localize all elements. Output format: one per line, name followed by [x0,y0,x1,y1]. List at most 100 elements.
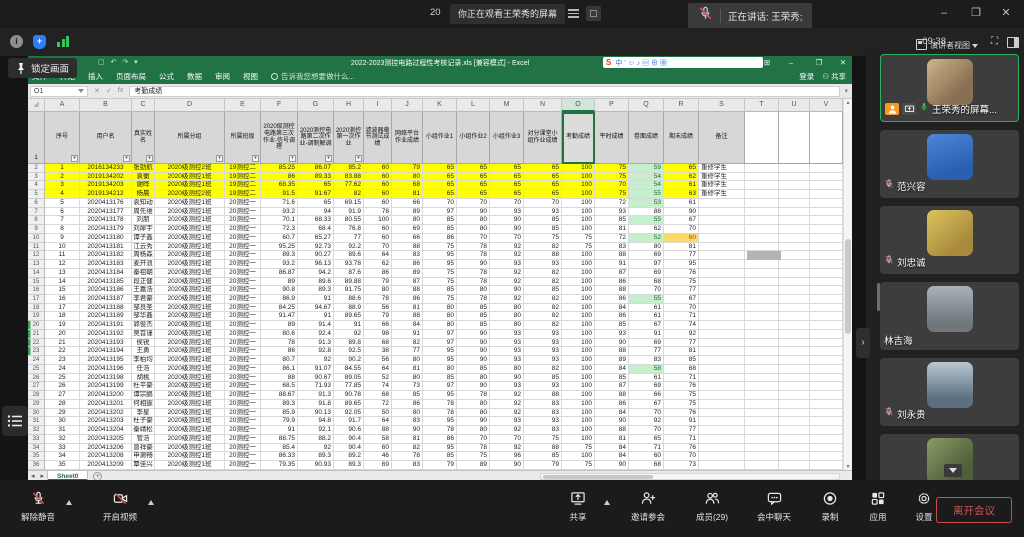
grid-cell[interactable]: 80 [490,304,524,313]
grid-cell[interactable]: 2020413179 [80,225,132,234]
grid-cell[interactable]: 20测控一 [225,278,261,287]
grid-cell[interactable]: 92 [490,409,524,418]
row-header[interactable]: 35 [28,452,45,461]
grid-cell[interactable]: 88 [261,374,298,383]
grid-cell[interactable]: 100 [562,391,595,400]
grid-cell[interactable]: 64 [364,417,392,426]
grid-cell[interactable]: 25 [45,374,80,383]
grid-cell[interactable]: 69 [629,339,664,348]
grid-cell[interactable]: 19测控二 [225,173,261,182]
grid-cell[interactable]: 80 [629,243,664,252]
settings-button[interactable]: 设置 [915,491,932,523]
grid-cell[interactable]: 58 [364,435,392,444]
grid-cell[interactable]: 76 [664,409,699,418]
grid-cell[interactable]: 92.73 [298,243,334,252]
grid-cell[interactable]: 60 [629,452,664,461]
grid-cell[interactable] [779,260,810,269]
grid-cell[interactable] [745,417,779,426]
grid-cell[interactable]: 77 [664,339,699,348]
grid-cell[interactable]: 82 [524,312,562,321]
grid-cell[interactable]: 89.05 [334,374,364,383]
grid-cell[interactable] [699,356,745,365]
grid-cell[interactable]: 20测控一 [225,347,261,356]
grid-cell[interactable]: 91.75 [334,286,364,295]
grid-cell[interactable] [810,435,843,444]
grid-cell[interactable]: 62 [664,173,699,182]
grid-cell[interactable]: 90.67 [298,374,334,383]
grid-cell[interactable]: 89.3 [261,400,298,409]
grid-cell[interactable]: 2020级测控1班 [155,286,225,295]
grid-cell[interactable]: 65 [423,164,457,173]
grid-cell[interactable]: 20测控一 [225,365,261,374]
grid-cell[interactable]: 81 [595,435,629,444]
grid-cell[interactable]: 100 [562,225,595,234]
grid-cell[interactable]: 吴首谨 [132,330,155,339]
select-all-corner[interactable]: ◢ [28,99,45,112]
grid-cell[interactable]: 85 [423,225,457,234]
column-header-K[interactable]: K [423,99,457,112]
tell-me-box[interactable]: 告诉我您想要做什么... [271,71,355,82]
ribbon-tab-6[interactable]: 数据 [187,71,202,82]
grid-cell[interactable] [810,295,843,304]
grid-cell[interactable]: 78 [457,269,490,278]
grid-cell[interactable]: 89 [392,269,423,278]
grid-cell[interactable]: 88 [595,251,629,260]
grid-cell[interactable]: 92 [490,400,524,409]
grid-cell[interactable]: 82 [524,321,562,330]
grid-cell[interactable]: 80 [392,409,423,418]
grid-cell[interactable]: 2020级测控1班 [155,269,225,278]
grid-cell[interactable]: 20测控一 [225,216,261,225]
grid-cell[interactable]: 68.5 [261,382,298,391]
grid-cell[interactable]: 91.3 [298,391,334,400]
grid-cell[interactable]: 95 [664,260,699,269]
grid-cell[interactable]: 94.8 [298,417,334,426]
grid-cell[interactable]: 90.4 [334,444,364,453]
grid-cell[interactable]: 16 [45,295,80,304]
column-header-A[interactable]: A [45,99,80,112]
header-cell[interactable]: 卷面成绩 [629,112,664,164]
grid-cell[interactable]: 95 [423,347,457,356]
grid-cell[interactable] [745,164,779,173]
grid-cell[interactable]: 20测控一 [225,321,261,330]
column-header-F[interactable]: F [261,99,298,112]
grid-cell[interactable]: 93 [490,208,524,217]
grid-cell[interactable] [779,435,810,444]
grid-cell[interactable]: 88.6 [334,295,364,304]
grid-cell[interactable]: 90.6 [334,426,364,435]
grid-cell[interactable]: 2020级测控1班 [155,181,225,190]
quick-access-toolbar[interactable]: ▢ ↶ ↷ ▾ [98,58,140,66]
grid-cell[interactable]: 93 [524,339,562,348]
grid-cell[interactable] [779,452,810,461]
apps-button[interactable]: 应用 [869,491,886,523]
grid-cell[interactable]: 66 [392,234,423,243]
grid-cell[interactable]: 2020级测控1班 [155,461,225,470]
grid-cell[interactable] [810,374,843,383]
grid-cell[interactable]: 78 [457,391,490,400]
grid-cell[interactable]: 55 [629,216,664,225]
grid-cell[interactable]: 65 [298,181,334,190]
more-options-caret[interactable] [148,500,154,505]
row-header[interactable]: 20 [28,321,45,330]
grid-cell[interactable]: 76.8 [334,225,364,234]
grid-cell[interactable]: 24 [45,365,80,374]
header-cell[interactable]: 2020测控第一次作业▾ [334,112,364,164]
grid-cell[interactable] [810,365,843,374]
grid-cell[interactable]: 曾祥豪 [132,444,155,453]
grid-cell[interactable]: 65 [524,173,562,182]
grid-cell[interactable]: 4 [45,190,80,199]
grid-cell[interactable] [779,444,810,453]
row-header[interactable]: 27 [28,382,45,391]
grid-cell[interactable]: 70 [664,452,699,461]
grid-cell[interactable]: 86.33 [261,452,298,461]
grid-cell[interactable]: 75 [562,243,595,252]
grid-cell[interactable]: 92 [490,269,524,278]
grid-cell[interactable] [745,181,779,190]
grid-cell[interactable]: 89.3 [298,452,334,461]
grid-cell[interactable] [810,234,843,243]
grid-cell[interactable]: 65 [524,190,562,199]
grid-cell[interactable]: 76 [664,444,699,453]
grid-cell[interactable]: 83 [524,400,562,409]
grid-cell[interactable]: 20测控一 [225,260,261,269]
grid-cell[interactable]: 2020级测控1班 [155,295,225,304]
grid-cell[interactable]: 86 [595,295,629,304]
